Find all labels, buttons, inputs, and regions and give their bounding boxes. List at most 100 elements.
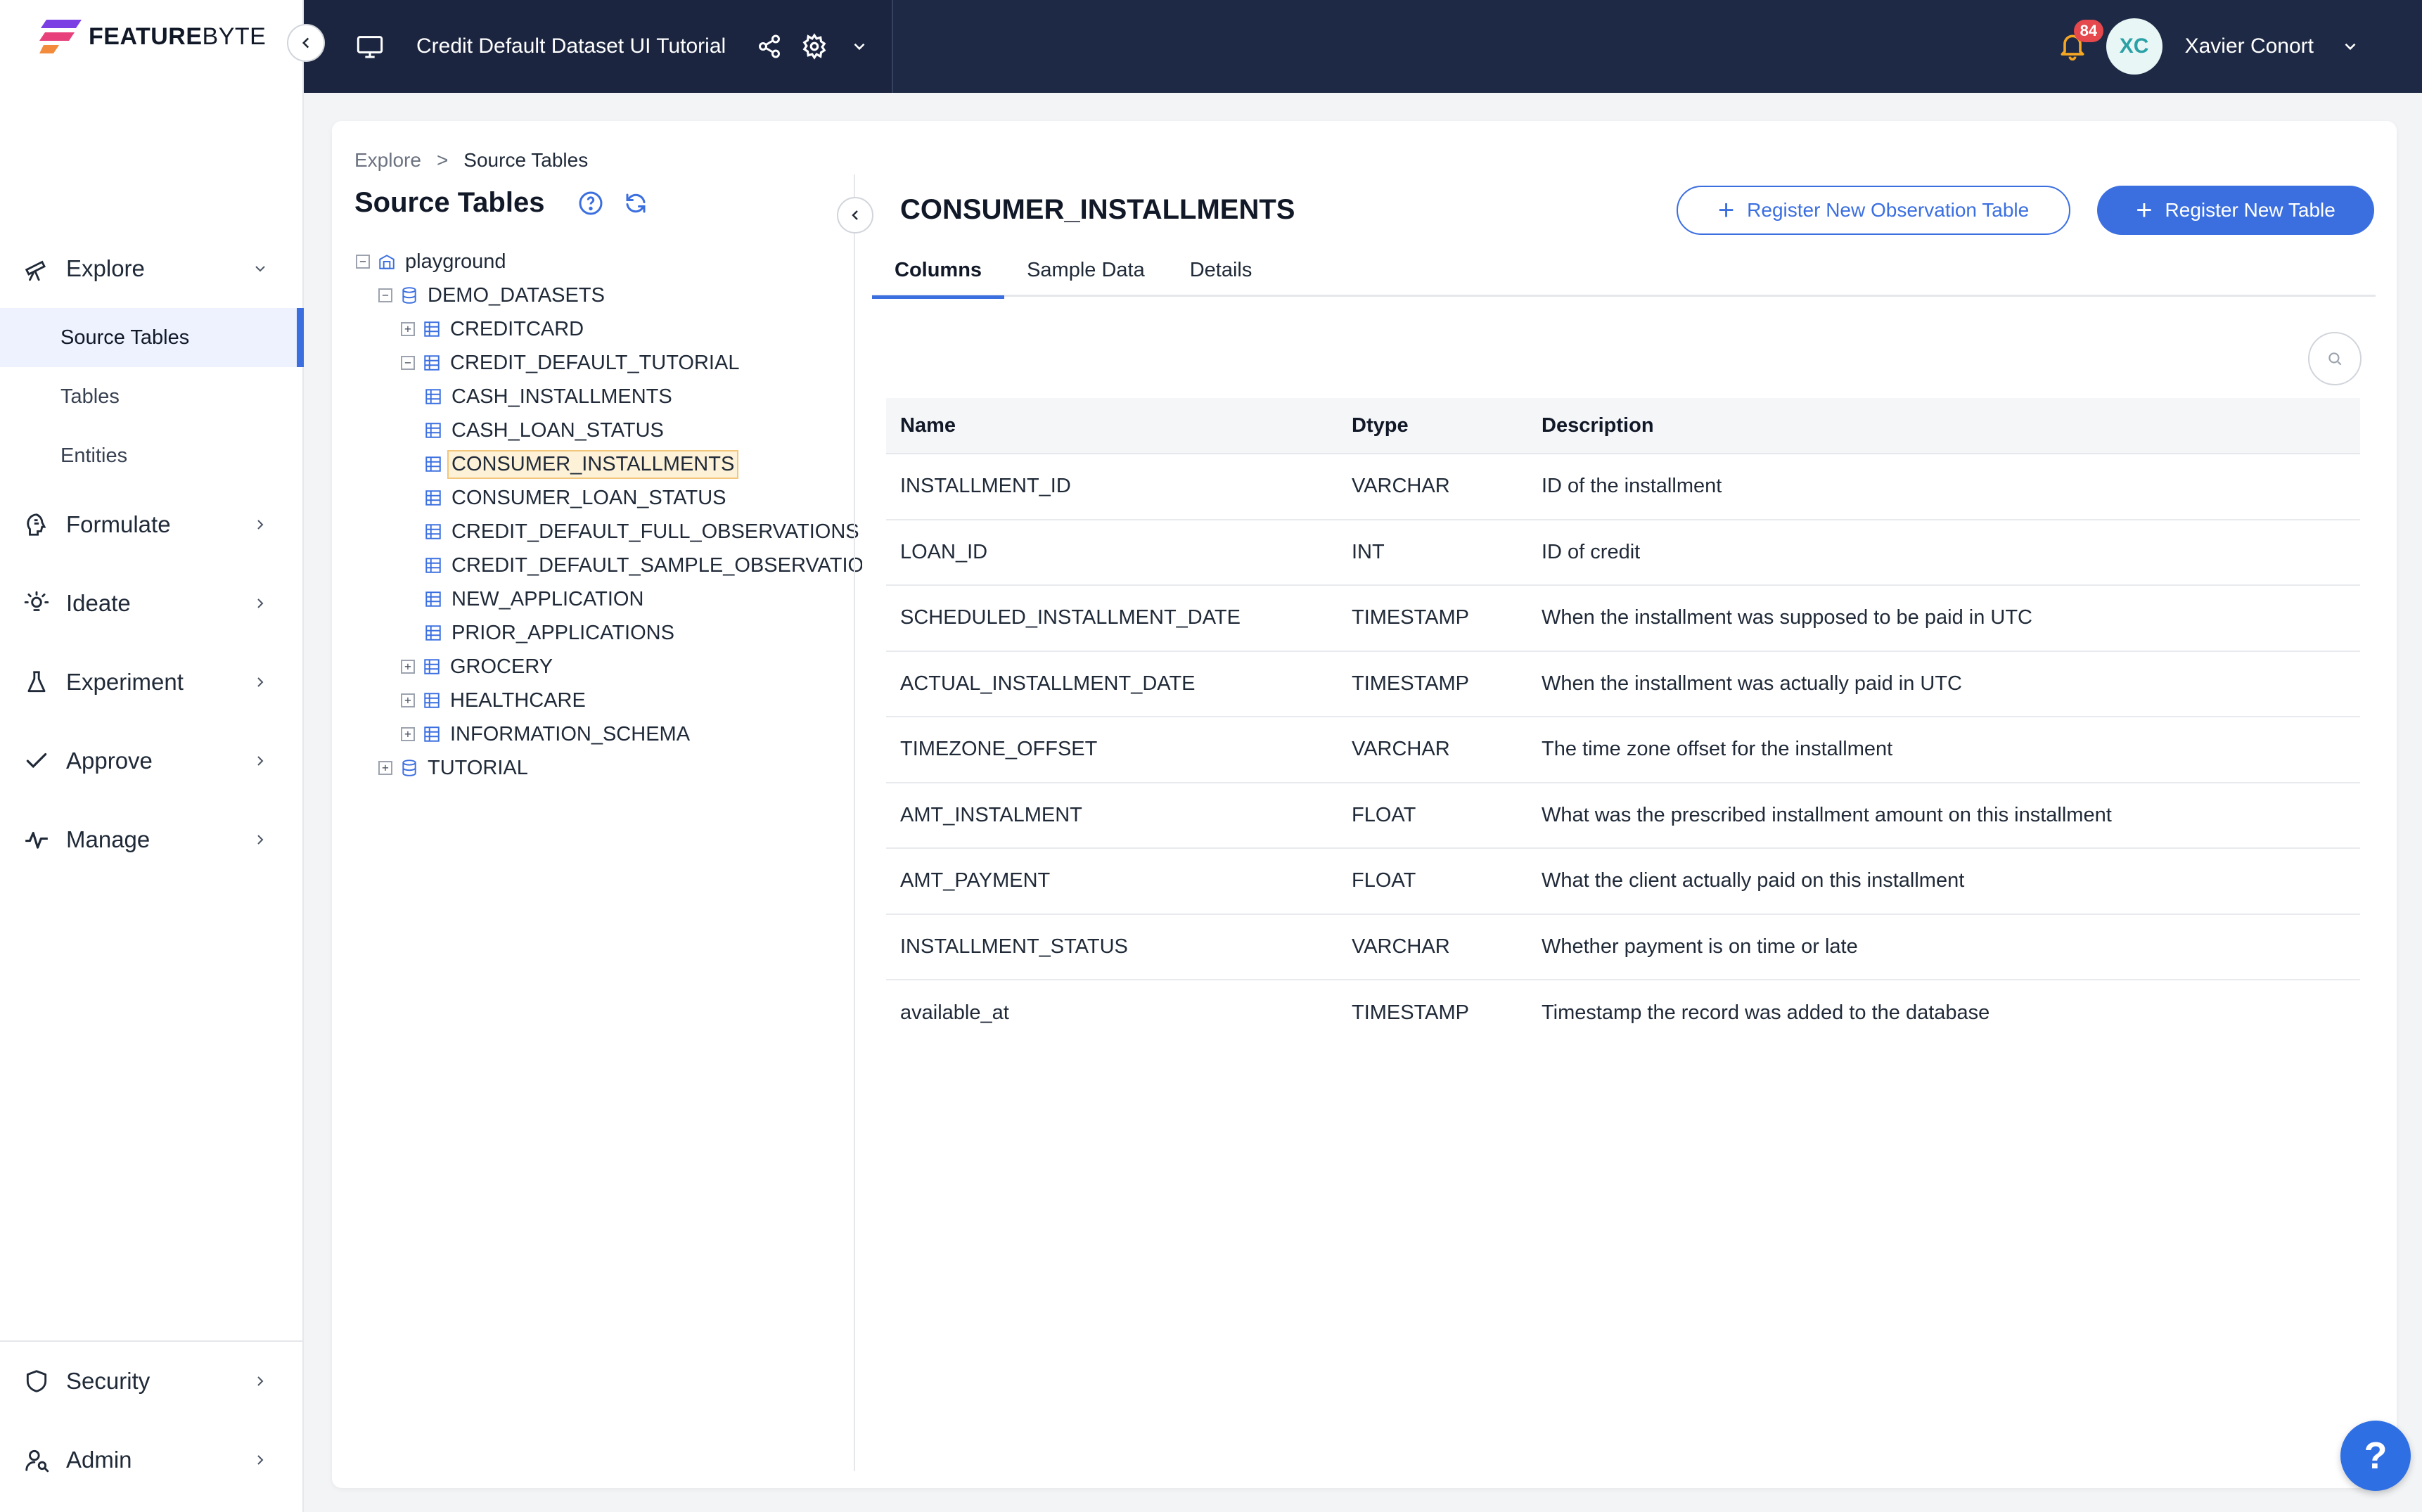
tree-label: CASH_LOAN_STATUS [451, 418, 664, 442]
chevron-down-icon[interactable] [844, 31, 875, 62]
tree-node-playground[interactable]: − playground [356, 245, 862, 278]
tree-node-table[interactable]: CREDIT_DEFAULT_SAMPLE_OBSERVATIONS [356, 549, 862, 582]
shield-icon [23, 1367, 51, 1395]
tree-toggle[interactable]: + [401, 322, 415, 336]
tree-node-table[interactable]: NEW_APPLICATION [356, 582, 862, 616]
left-sidebar: FEATUREBYTE Explore Source Tables Tables… [0, 0, 304, 1512]
cell-dtype: TIMESTAMP [1352, 672, 1470, 695]
project-selector: Credit Default Dataset UI Tutorial [304, 0, 893, 93]
tree-toggle[interactable]: + [401, 727, 415, 741]
project-title[interactable]: Credit Default Dataset UI Tutorial [416, 34, 726, 58]
columns-table: Name Dtype Description INSTALLMENT_ID VA… [886, 398, 2360, 1046]
table-icon [423, 454, 443, 474]
tree-node-table[interactable]: CASH_INSTALLMENTS [356, 380, 862, 414]
user-name[interactable]: Xavier Conort [2185, 34, 2314, 58]
tree-node-table[interactable]: CONSUMER_LOAN_STATUS [356, 481, 862, 515]
breadcrumb-explore[interactable]: Explore [354, 149, 421, 172]
tree-node-grocery[interactable]: + GROCERY [356, 650, 862, 684]
table-row[interactable]: INSTALLMENT_ID VARCHAR ID of the install… [886, 454, 2360, 520]
table-row[interactable]: AMT_PAYMENT FLOAT What the client actual… [886, 849, 2360, 915]
nav-entities[interactable]: Entities [0, 426, 304, 485]
cell-name: ACTUAL_INSTALLMENT_DATE [900, 672, 1196, 695]
flask-icon [23, 668, 51, 696]
tree-node-healthcare[interactable]: + HEALTHCARE [356, 684, 862, 717]
tree-node-information-schema[interactable]: + INFORMATION_SCHEMA [356, 717, 862, 751]
tree-node-credit-default-tutorial[interactable]: − CREDIT_DEFAULT_TUTORIAL [356, 346, 862, 380]
user-search-icon [23, 1446, 51, 1474]
chevron-right-icon [250, 594, 270, 613]
tree-node-tutorial[interactable]: + TUTORIAL [356, 751, 862, 785]
gear-icon[interactable] [799, 31, 830, 62]
chevron-down-icon [250, 259, 270, 278]
tree-node-table-selected[interactable]: CONSUMER_INSTALLMENTS [356, 447, 862, 481]
table-row[interactable]: SCHEDULED_INSTALLMENT_DATE TIMESTAMP Whe… [886, 586, 2360, 652]
tree-node-table[interactable]: CREDIT_DEFAULT_FULL_OBSERVATIONS [356, 515, 862, 549]
tree-node-table[interactable]: PRIOR_APPLICATIONS [356, 616, 862, 650]
nav-manage-label: Manage [66, 826, 150, 852]
register-new-table-button[interactable]: + Register New Table [2097, 186, 2374, 235]
nav-tables[interactable]: Tables [0, 367, 304, 426]
nav-admin[interactable]: Admin [0, 1421, 304, 1499]
cell-dtype: VARCHAR [1352, 475, 1450, 498]
cell-name: available_at [900, 1001, 1009, 1025]
tree-toggle[interactable]: + [378, 761, 392, 775]
tree-collapse-button[interactable] [837, 197, 873, 233]
plus-icon: + [1717, 195, 1735, 226]
nav-manage[interactable]: Manage [0, 800, 304, 879]
header-description[interactable]: Description [1542, 414, 2360, 437]
search-button[interactable] [2308, 332, 2362, 385]
nav-source-tables[interactable]: Source Tables [0, 308, 304, 367]
tab-sample-data[interactable]: Sample Data [1004, 259, 1167, 297]
help-button[interactable]: ? [2340, 1421, 2411, 1491]
avatar[interactable]: XC [2106, 18, 2162, 75]
tree-toggle[interactable]: + [401, 693, 415, 707]
table-row[interactable]: TIMEZONE_OFFSET VARCHAR The time zone of… [886, 717, 2360, 783]
nav-formulate[interactable]: Formulate [0, 485, 304, 564]
tree-toggle[interactable]: − [378, 288, 392, 302]
table-row[interactable]: INSTALLMENT_STATUS VARCHAR Whether payme… [886, 915, 2360, 980]
register-observation-table-button[interactable]: + Register New Observation Table [1677, 186, 2070, 235]
tab-details[interactable]: Details [1167, 259, 1275, 297]
table-row[interactable]: LOAN_ID INT ID of credit [886, 520, 2360, 586]
share-icon[interactable] [754, 31, 785, 62]
chevron-left-icon [852, 210, 858, 220]
header-name[interactable]: Name [886, 414, 1352, 437]
tree-toggle[interactable]: − [401, 356, 415, 370]
breadcrumb: Explore > Source Tables [354, 149, 588, 172]
tab-columns[interactable]: Columns [872, 259, 1005, 299]
nav-explore[interactable]: Explore [0, 229, 304, 308]
sidebar-collapse-button[interactable] [287, 24, 325, 62]
cell-description: ID of credit [1542, 540, 1641, 563]
database-icon [399, 758, 419, 778]
panel-header: Source Tables [354, 187, 651, 219]
register-observation-label: Register New Observation Table [1747, 199, 2030, 221]
table-icon [423, 522, 443, 542]
table-icon [423, 589, 443, 609]
notification-badge: 84 [2073, 20, 2104, 42]
table-row[interactable]: AMT_INSTALMENT FLOAT What was the prescr… [886, 783, 2360, 849]
notifications-button[interactable]: 84 [2053, 20, 2104, 66]
nav-experiment[interactable]: Experiment [0, 643, 304, 722]
featurebyte-logo[interactable]: FEATUREBYTE [39, 17, 266, 56]
help-circle-icon[interactable] [575, 188, 606, 219]
table-row[interactable]: available_at TIMESTAMP Timestamp the rec… [886, 980, 2360, 1046]
telescope-icon [23, 255, 51, 283]
tree-node-creditcard[interactable]: + CREDITCARD [356, 312, 862, 346]
tree-node-demo-datasets[interactable]: − DEMO_DATASETS [356, 278, 862, 312]
tree-node-table[interactable]: CASH_LOAN_STATUS [356, 414, 862, 447]
chevron-right-icon [250, 751, 270, 771]
table-row[interactable]: ACTUAL_INSTALLMENT_DATE TIMESTAMP When t… [886, 652, 2360, 717]
nav-security[interactable]: Security [0, 1342, 304, 1421]
tree-label: DEMO_DATASETS [428, 283, 605, 307]
refresh-icon[interactable] [620, 188, 651, 219]
tree-toggle[interactable]: + [401, 660, 415, 674]
header-dtype[interactable]: Dtype [1352, 414, 1542, 437]
table-title: CONSUMER_INSTALLMENTS [900, 194, 1295, 225]
chevron-down-icon[interactable] [2335, 31, 2366, 62]
tree-label: playground [405, 250, 506, 273]
table-icon [423, 421, 443, 440]
database-icon [399, 286, 419, 305]
tree-toggle[interactable]: − [356, 255, 370, 269]
nav-ideate[interactable]: Ideate [0, 564, 304, 643]
nav-approve[interactable]: Approve [0, 722, 304, 800]
